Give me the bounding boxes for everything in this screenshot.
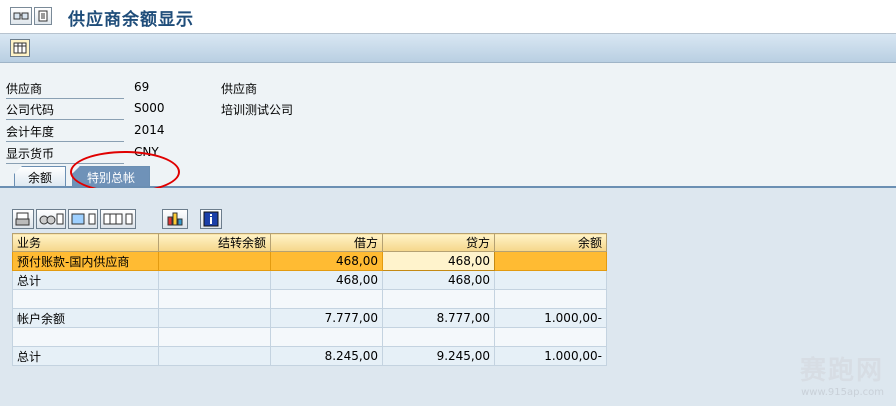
table-cell[interactable] (270, 327, 383, 347)
field-row-currency: 显示货币 CNY (0, 141, 400, 164)
field-description: 培训测试公司 (221, 103, 294, 117)
field-row-company-code: 公司代码 S000 培训测试公司 (0, 97, 400, 120)
field-description: 供应商 (221, 82, 258, 96)
table-cell[interactable] (494, 327, 607, 347)
field-label: 公司代码 (6, 101, 124, 120)
other-vendor-button[interactable] (10, 7, 32, 25)
table-cell[interactable] (12, 289, 159, 309)
table-cell[interactable]: 预付账款-国内供应商 (12, 251, 159, 271)
info-button[interactable] (200, 209, 222, 229)
table-cell[interactable]: 7.777,00 (270, 308, 383, 328)
field-row-vendor: 供应商 69 供应商 (0, 76, 400, 99)
table-row[interactable] (12, 289, 607, 309)
table-cell[interactable]: 总计 (12, 270, 159, 290)
watermark-url: www.915ap.com (801, 387, 884, 398)
table-cell[interactable]: 468,00 (382, 270, 495, 290)
table-cell[interactable]: 8.245,00 (270, 346, 383, 366)
table-cell[interactable] (158, 346, 271, 366)
document-icon (38, 10, 48, 22)
info-icon (203, 211, 219, 227)
table-row[interactable]: 总计 8.245,00 9.245,00 1.000,00- (12, 346, 607, 366)
field-value[interactable]: 69 (134, 80, 149, 94)
table-cell[interactable]: 帐户余额 (12, 308, 159, 328)
column-header-carryforward[interactable]: 结转余额 (158, 233, 271, 252)
layout-select-button[interactable] (100, 209, 136, 229)
table-row[interactable]: 总计 468,00 468,00 (12, 270, 607, 290)
table-cell[interactable] (158, 251, 271, 271)
balance-table: 业务 结转余额 借方 贷方 余额 预付账款-国内供应商 468,00 468,0… (12, 233, 607, 366)
watermark-main: 赛跑网 (799, 356, 884, 386)
table-cell[interactable]: 总计 (12, 346, 159, 366)
table-cell[interactable]: 468,00 (382, 251, 495, 271)
table-row[interactable] (12, 327, 607, 347)
table-row[interactable]: 帐户余额 7.777,00 8.777,00 1.000,00- (12, 308, 607, 328)
application-toolbar (0, 34, 896, 63)
column-header-balance[interactable]: 余额 (494, 233, 607, 252)
glasses-icon (13, 12, 29, 20)
table-cell[interactable] (158, 327, 271, 347)
table-cell[interactable] (158, 308, 271, 328)
table-cell[interactable]: 1.000,00- (494, 346, 607, 366)
table-layout-icon (103, 213, 133, 225)
table-cell[interactable] (494, 270, 607, 290)
column-header-debit[interactable]: 借方 (270, 233, 383, 252)
chart-button[interactable] (162, 209, 188, 229)
find-button[interactable] (36, 209, 66, 229)
table-cell[interactable] (12, 327, 159, 347)
table-cell[interactable] (270, 289, 383, 309)
field-value[interactable]: 2014 (134, 123, 165, 137)
layout-button[interactable] (10, 39, 30, 57)
table-cell[interactable]: 9.245,00 (382, 346, 495, 366)
document-button[interactable] (34, 7, 52, 25)
table-cell[interactable]: 8.777,00 (382, 308, 495, 328)
table-cell[interactable] (382, 289, 495, 309)
page-title: 供应商余额显示 (68, 10, 194, 30)
print-button[interactable] (12, 209, 34, 229)
export-button[interactable] (68, 209, 98, 229)
print-icon (15, 212, 30, 226)
column-header-business[interactable]: 业务 (12, 233, 159, 252)
field-label: 会计年度 (6, 123, 124, 142)
table-cell[interactable] (158, 289, 271, 309)
table-cell[interactable] (494, 251, 607, 271)
field-row-fiscal-year: 会计年度 2014 (0, 119, 400, 142)
table-cell[interactable] (382, 327, 495, 347)
column-header-credit[interactable]: 贷方 (382, 233, 495, 252)
table-row[interactable]: 预付账款-国内供应商 468,00 468,00 (12, 251, 607, 271)
tab-balance[interactable]: 余额 (14, 166, 66, 186)
annotation-circle (70, 151, 180, 193)
export-icon (71, 213, 96, 225)
title-bar: 供应商余额显示 (0, 0, 896, 34)
field-value[interactable]: S000 (134, 101, 165, 115)
table-cell[interactable]: 468,00 (270, 251, 383, 271)
binoculars-icon (39, 213, 64, 225)
bar-chart-icon (167, 212, 183, 226)
table-header-row: 业务 结转余额 借方 贷方 余额 (12, 233, 607, 252)
watermark: 赛跑网 www.915ap.com (800, 350, 884, 398)
table-cell[interactable]: 1.000,00- (494, 308, 607, 328)
table-cell[interactable]: 468,00 (270, 270, 383, 290)
columns-icon (13, 42, 27, 54)
table-cell[interactable] (494, 289, 607, 309)
table-cell[interactable] (158, 270, 271, 290)
